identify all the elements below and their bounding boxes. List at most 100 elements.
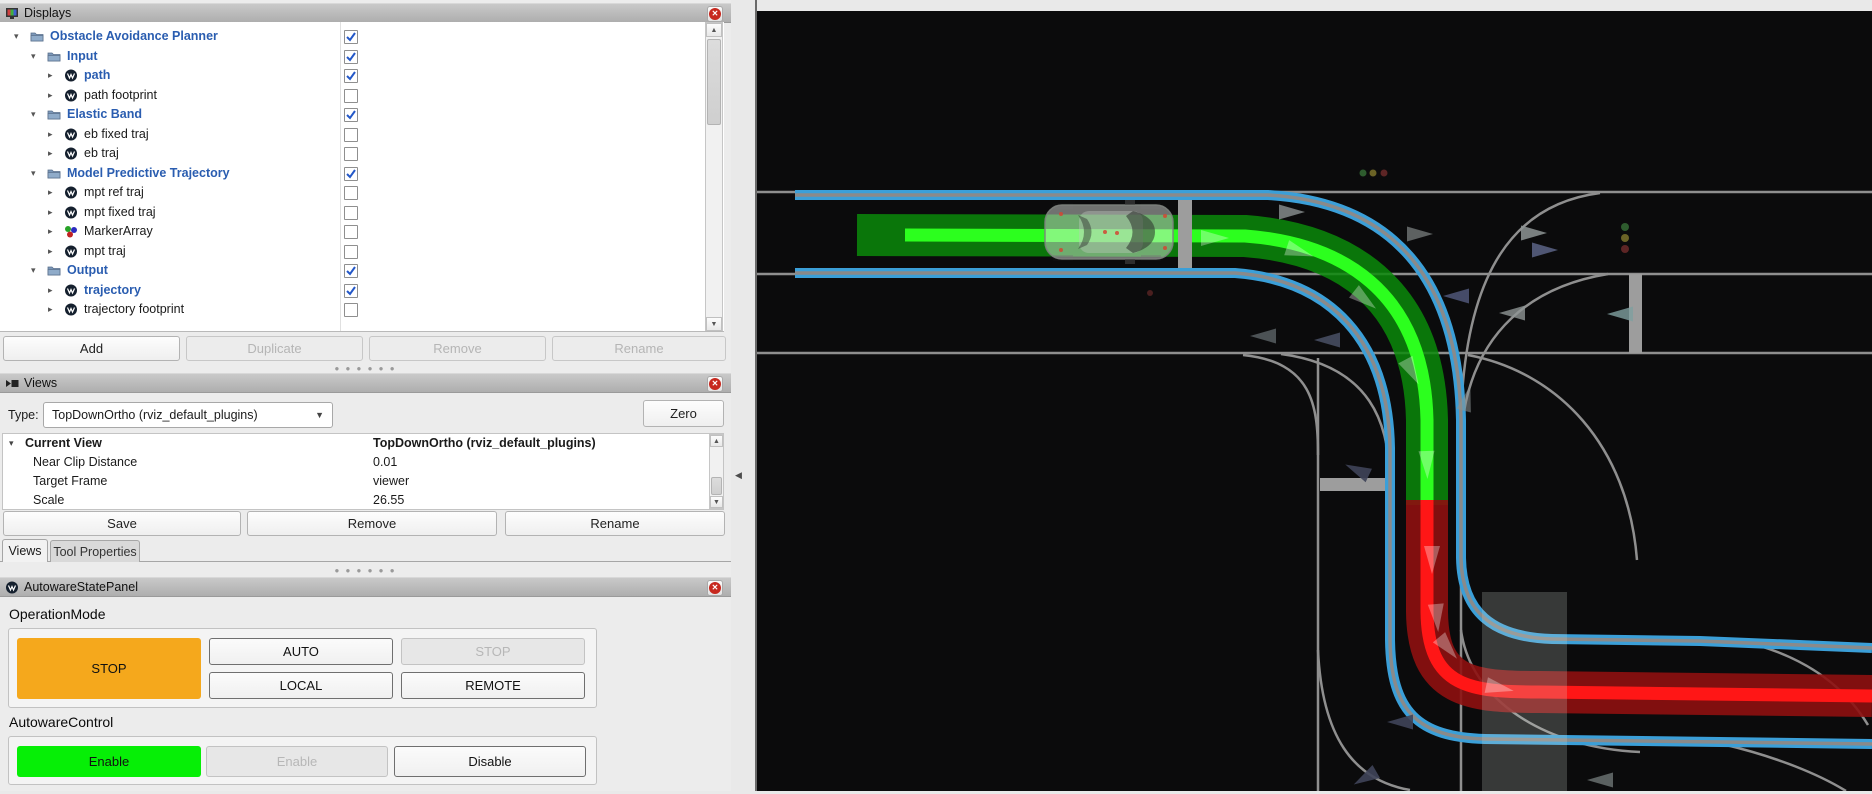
remove-display-button[interactable]: Remove [369, 336, 546, 361]
chevron-right-icon[interactable]: ▸ [48, 207, 53, 218]
view-type-dropdown[interactable]: TopDownOrtho (rviz_default_plugins) ▼ [43, 402, 333, 428]
traffic-light-icon [1381, 170, 1388, 177]
local-button[interactable]: LOCAL [209, 672, 393, 699]
property-row-scale[interactable]: Scale26.55 [3, 491, 723, 510]
visibility-checkbox[interactable] [344, 206, 358, 220]
tree-item-label: Elastic Band [67, 107, 142, 121]
chevron-right-icon[interactable]: ▸ [48, 187, 53, 198]
tree-item-trajectory-footprint[interactable]: ▸ trajectory footprint [0, 300, 705, 320]
visibility-checkbox[interactable] [344, 245, 358, 259]
tree-item-label: eb fixed traj [84, 127, 149, 141]
tree-item-output[interactable]: ▾ Output [0, 261, 705, 281]
property-value[interactable]: 0.01 [373, 455, 397, 469]
duplicate-button[interactable]: Duplicate [186, 336, 363, 361]
property-value[interactable]: TopDownOrtho (rviz_default_plugins) [373, 436, 596, 450]
tree-item-eb-traj[interactable]: ▸eb traj [0, 144, 705, 164]
visibility-checkbox[interactable] [344, 50, 358, 64]
visibility-checkbox[interactable] [344, 303, 358, 317]
enable-active-button[interactable]: Enable [17, 746, 201, 777]
chevron-down-icon[interactable]: ▾ [14, 31, 19, 42]
tree-item-markerarray[interactable]: ▸MarkerArray [0, 222, 705, 242]
save-view-button[interactable]: Save [3, 511, 241, 536]
stop-active-button[interactable]: STOP [17, 638, 201, 699]
tab-tool-properties[interactable]: Tool Properties [50, 540, 140, 562]
chevron-down-icon[interactable]: ▾ [31, 109, 36, 120]
property-value[interactable]: viewer [373, 474, 409, 488]
tab-views[interactable]: Views [2, 539, 48, 562]
remove-view-button[interactable]: Remove [247, 511, 497, 536]
displays-close-button[interactable]: ✕ [707, 6, 723, 22]
chevron-right-icon[interactable]: ▸ [48, 226, 53, 237]
property-row-current-view[interactable]: ▾Current ViewTopDownOrtho (rviz_default_… [3, 434, 723, 453]
tree-item-input[interactable]: ▾Input [0, 47, 705, 67]
chevron-right-icon[interactable]: ▸ [48, 285, 53, 296]
autoware-state-panel-header[interactable]: AutowareStatePanel ✕ [0, 577, 731, 597]
stop-disabled-button[interactable]: STOP [401, 638, 585, 665]
view-type-label: Type: [8, 408, 39, 422]
chevron-right-icon[interactable]: ▸ [48, 246, 53, 257]
tree-item-mpt-fixed-traj[interactable]: ▸ mpt fixed traj [0, 203, 705, 223]
chevron-right-icon[interactable]: ▸ [48, 90, 53, 101]
property-row-near-clip-distance[interactable]: Near Clip Distance0.01 [3, 453, 723, 472]
views-panel-header[interactable]: Views ✕ [0, 373, 731, 393]
add-button[interactable]: Add [3, 336, 180, 361]
tree-item-eb-fixed-traj[interactable]: ▸ eb fixed traj [0, 125, 705, 145]
panel-collapse-icon[interactable]: ◀ [735, 470, 742, 481]
auto-button[interactable]: AUTO [209, 638, 393, 665]
tree-item-path[interactable]: ▸path [0, 66, 705, 86]
3d-viewport[interactable] [755, 0, 1872, 791]
scroll-up-icon[interactable]: ▲ [706, 23, 722, 37]
visibility-checkbox[interactable] [344, 225, 358, 239]
visibility-checkbox[interactable] [344, 186, 358, 200]
zero-button[interactable]: Zero [643, 400, 724, 427]
tree-item-elastic-band[interactable]: ▾ Elastic Band [0, 105, 705, 125]
chevron-down-icon[interactable]: ▾ [31, 168, 36, 179]
visibility-checkbox[interactable] [344, 147, 358, 161]
visibility-checkbox[interactable] [344, 167, 358, 181]
views-close-button[interactable]: ✕ [707, 376, 723, 392]
disable-button[interactable]: Disable [394, 746, 586, 777]
displays-panel-header[interactable]: Displays ✕ [0, 3, 731, 23]
enable-disabled-button[interactable]: Enable [206, 746, 388, 777]
visibility-checkbox[interactable] [344, 69, 358, 83]
tree-item-mpt-traj[interactable]: ▸mpt traj [0, 242, 705, 262]
markers-icon [64, 225, 78, 238]
chevron-right-icon[interactable]: ▸ [48, 148, 53, 159]
chevron-down-icon[interactable]: ▾ [31, 51, 36, 62]
property-label: Target Frame [33, 474, 107, 488]
tree-item-path-footprint[interactable]: ▸path footprint [0, 86, 705, 106]
scroll-down-icon[interactable]: ▼ [706, 317, 722, 331]
chevron-right-icon[interactable]: ▸ [48, 304, 53, 315]
chevron-right-icon[interactable]: ▸ [48, 70, 53, 81]
displays-tree-scrollbar[interactable]: ▲ ▼ [705, 22, 723, 332]
panel-splitter-handle[interactable]: ● ● ● ● ● ● [0, 364, 731, 373]
tree-item-model-predictive-trajectory[interactable]: ▾Model Predictive Trajectory [0, 164, 705, 184]
rename-display-button[interactable]: Rename [552, 336, 726, 361]
autoware-icon [64, 284, 78, 297]
rename-view-button[interactable]: Rename [505, 511, 725, 536]
chevron-down-icon[interactable]: ▾ [9, 438, 14, 449]
chevron-right-icon[interactable]: ▸ [48, 129, 53, 140]
scrollbar-thumb[interactable] [707, 39, 721, 125]
tree-item-obstacle-avoidance-planner[interactable]: ▾Obstacle Avoidance Planner [0, 27, 705, 47]
tree-item-label: trajectory footprint [84, 302, 184, 316]
property-value[interactable]: 26.55 [373, 493, 404, 507]
view-properties-table[interactable]: ▲ ▼ ▾Current ViewTopDownOrtho (rviz_defa… [2, 433, 724, 510]
tree-item-mpt-ref-traj[interactable]: ▸mpt ref traj [0, 183, 705, 203]
tree-item-trajectory[interactable]: ▸trajectory [0, 281, 705, 301]
visibility-checkbox[interactable] [344, 284, 358, 298]
state-panel-close-button[interactable]: ✕ [707, 580, 723, 596]
displays-tree[interactable]: ▲ ▼ ▾Obstacle Avoidance Planner▾Input▸pa… [0, 22, 724, 332]
traffic-light-icon [1370, 170, 1377, 177]
property-row-target-frame[interactable]: Target Frame viewer [3, 472, 723, 491]
visibility-checkbox[interactable] [344, 264, 358, 278]
visibility-checkbox[interactable] [344, 89, 358, 103]
visibility-checkbox[interactable] [344, 30, 358, 44]
chevron-down-icon[interactable]: ▾ [31, 265, 36, 276]
tree-item-label: Output [67, 263, 108, 277]
visibility-checkbox[interactable] [344, 108, 358, 122]
remote-button[interactable]: REMOTE [401, 672, 585, 699]
tree-item-label: mpt fixed traj [84, 205, 156, 219]
visibility-checkbox[interactable] [344, 128, 358, 142]
panel-splitter-handle[interactable]: ● ● ● ● ● ● [0, 566, 731, 575]
